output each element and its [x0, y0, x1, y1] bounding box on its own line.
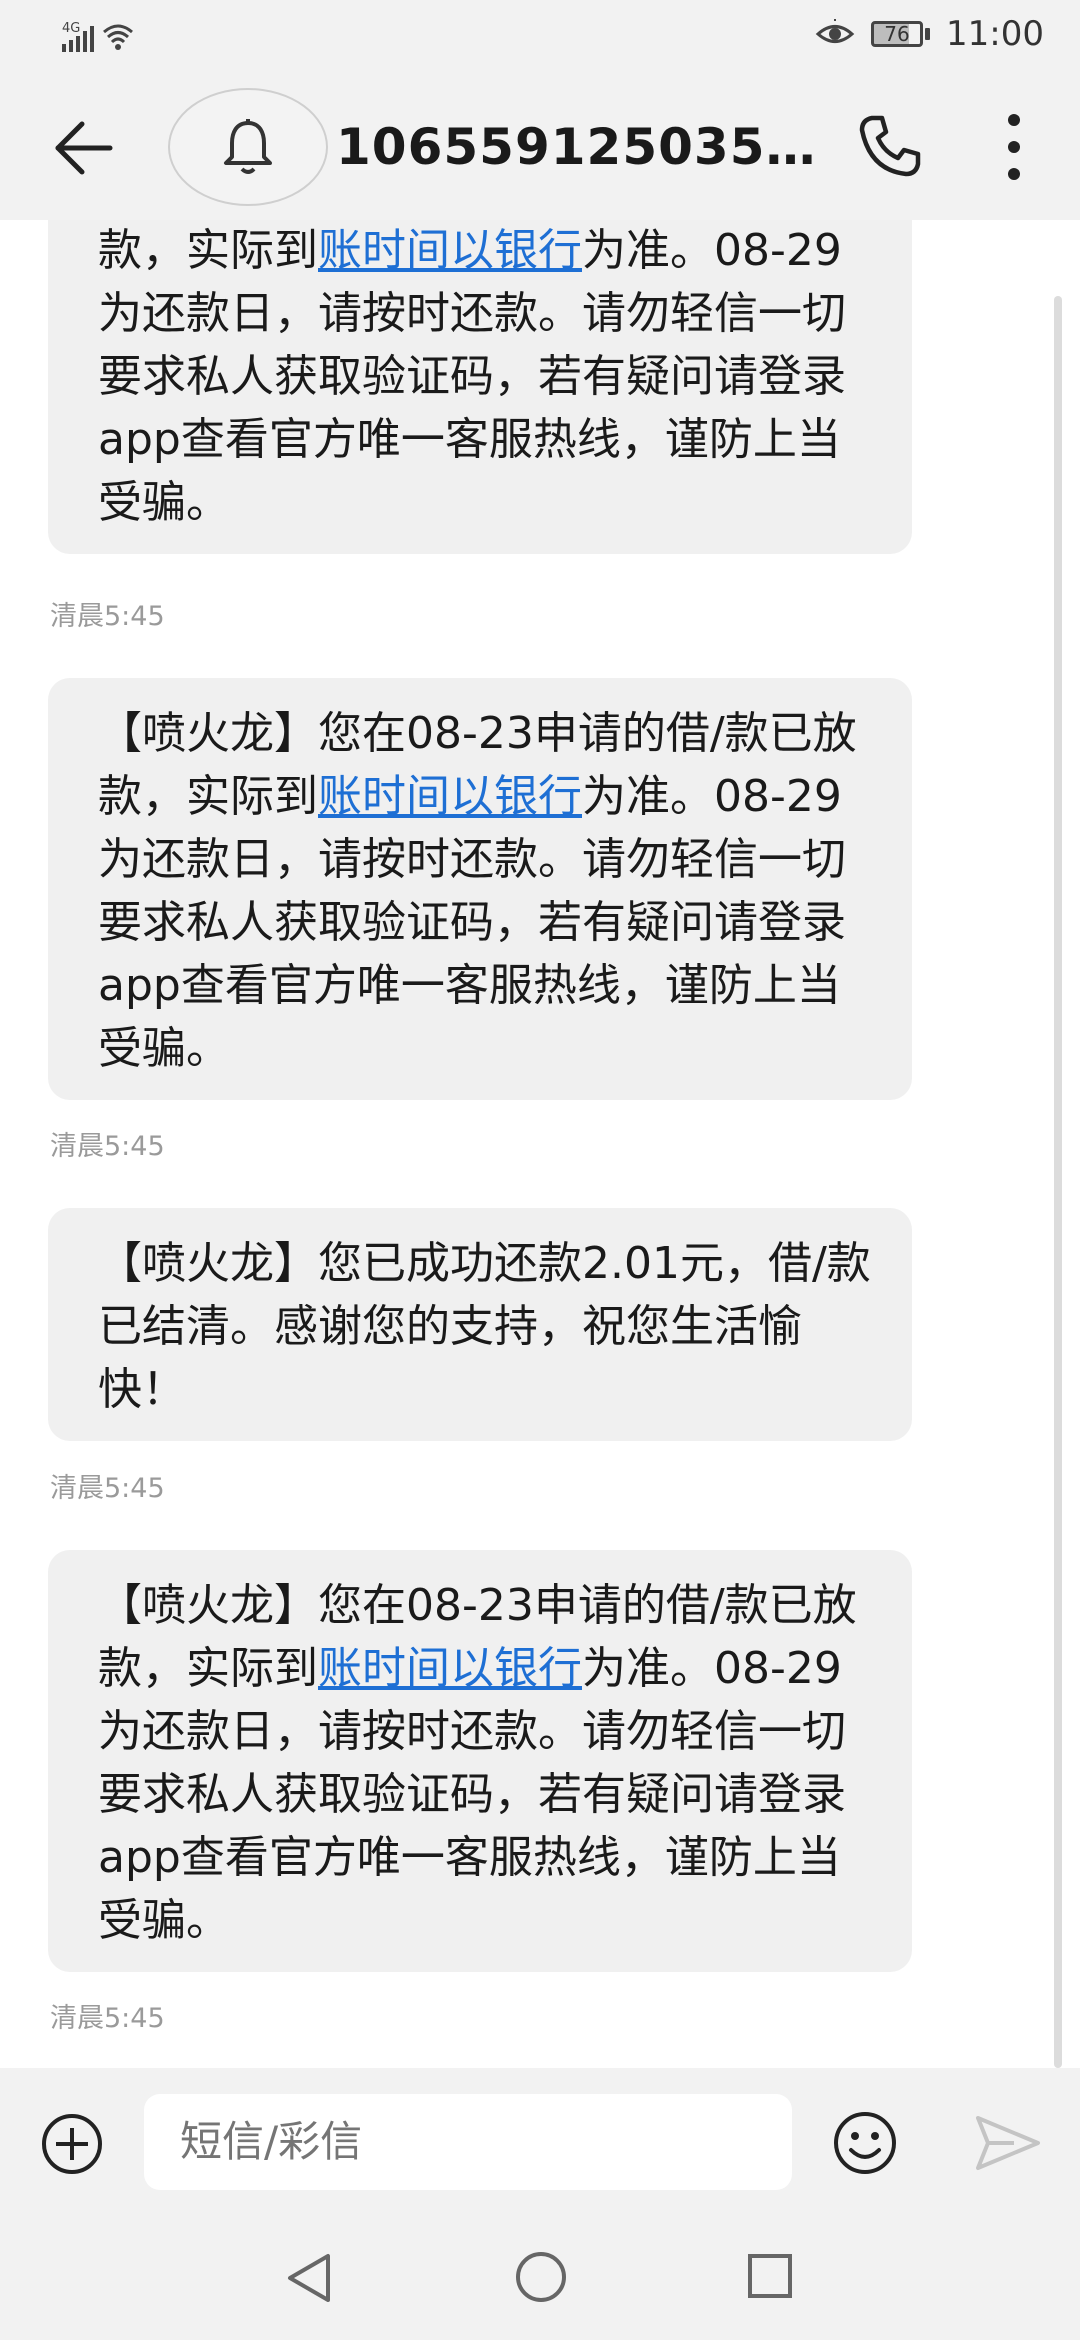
contact-number: 10655912503563…	[336, 118, 816, 176]
signal-icon: 4G	[62, 21, 133, 52]
clock: 11:00	[946, 14, 1044, 54]
message-bubble[interactable]: 【喷火龙】您在08-23申请的借/款已放款，实际到账时间以银行为准。08-29为…	[48, 220, 912, 554]
smiley-icon	[834, 2112, 896, 2174]
message-text: 【喷火龙】您已成功还款2.01元，借/款已结清。感谢您的支持，祝您生活愉快！	[98, 1238, 871, 1415]
phone-icon	[859, 115, 921, 177]
message-bubble[interactable]: 【喷火龙】您在08-23申请的借/款已放款，实际到账时间以银行为准。08-29为…	[48, 678, 912, 1100]
nav-recents-button[interactable]	[746, 2252, 794, 2300]
message-input[interactable]	[144, 2094, 792, 2190]
message-time: 清晨5:45	[50, 1473, 165, 1504]
arrow-left-icon	[55, 121, 113, 175]
signal-wifi-indicator: 4G	[60, 20, 160, 60]
message-bubble[interactable]: 【喷火龙】您在08-23申请的借/款已放款，实际到账时间以银行为准。08-29为…	[48, 1550, 912, 1972]
bell-icon	[224, 119, 272, 174]
notification-button[interactable]	[168, 88, 328, 206]
compose-bar	[0, 2068, 1080, 2218]
emoji-button[interactable]	[832, 2110, 898, 2176]
message-bubble[interactable]: 【喷火龙】您已成功还款2.01元，借/款已结清。感谢您的支持，祝您生活愉快！	[48, 1208, 912, 1441]
more-options-button[interactable]	[998, 110, 1030, 184]
message-list[interactable]: 【喷火龙】您在08-23申请的借/款已放款，实际到账时间以银行为准。08-29为…	[0, 220, 1080, 2068]
nav-back-button[interactable]	[282, 2250, 338, 2306]
triangle-back-icon	[288, 2254, 330, 2302]
message-time: 清晨5:45	[50, 1131, 165, 1162]
send-icon	[976, 2116, 1040, 2170]
message-link[interactable]: 账时间以银行	[318, 771, 582, 822]
message-time: 清晨5:45	[50, 601, 165, 632]
message-link[interactable]: 账时间以银行	[318, 1643, 582, 1694]
message-link[interactable]: 账时间以银行	[318, 225, 582, 276]
back-button[interactable]	[48, 112, 120, 184]
status-right: 76 11:00	[815, 14, 1044, 54]
message-time: 清晨5:45	[50, 2003, 165, 2034]
eye-comfort-icon	[815, 19, 855, 43]
nav-home-button[interactable]	[514, 2250, 568, 2304]
plus-circle-icon	[42, 2114, 102, 2174]
send-button[interactable]	[974, 2114, 1042, 2172]
conversation-header: 10655912503563…	[0, 74, 1080, 220]
attach-button[interactable]	[40, 2112, 104, 2176]
scrollbar[interactable]	[1054, 296, 1062, 2068]
circle-home-icon	[516, 2252, 566, 2302]
battery-level: 76	[871, 21, 924, 47]
more-vertical-icon	[1008, 114, 1020, 180]
call-button[interactable]	[856, 112, 924, 180]
square-recents-icon	[748, 2254, 792, 2298]
battery-icon: 76	[871, 21, 931, 47]
network-type-label: 4G	[62, 21, 80, 36]
system-navigation-bar	[0, 2218, 1080, 2340]
status-bar: 4G 76 11:00	[0, 0, 1080, 74]
